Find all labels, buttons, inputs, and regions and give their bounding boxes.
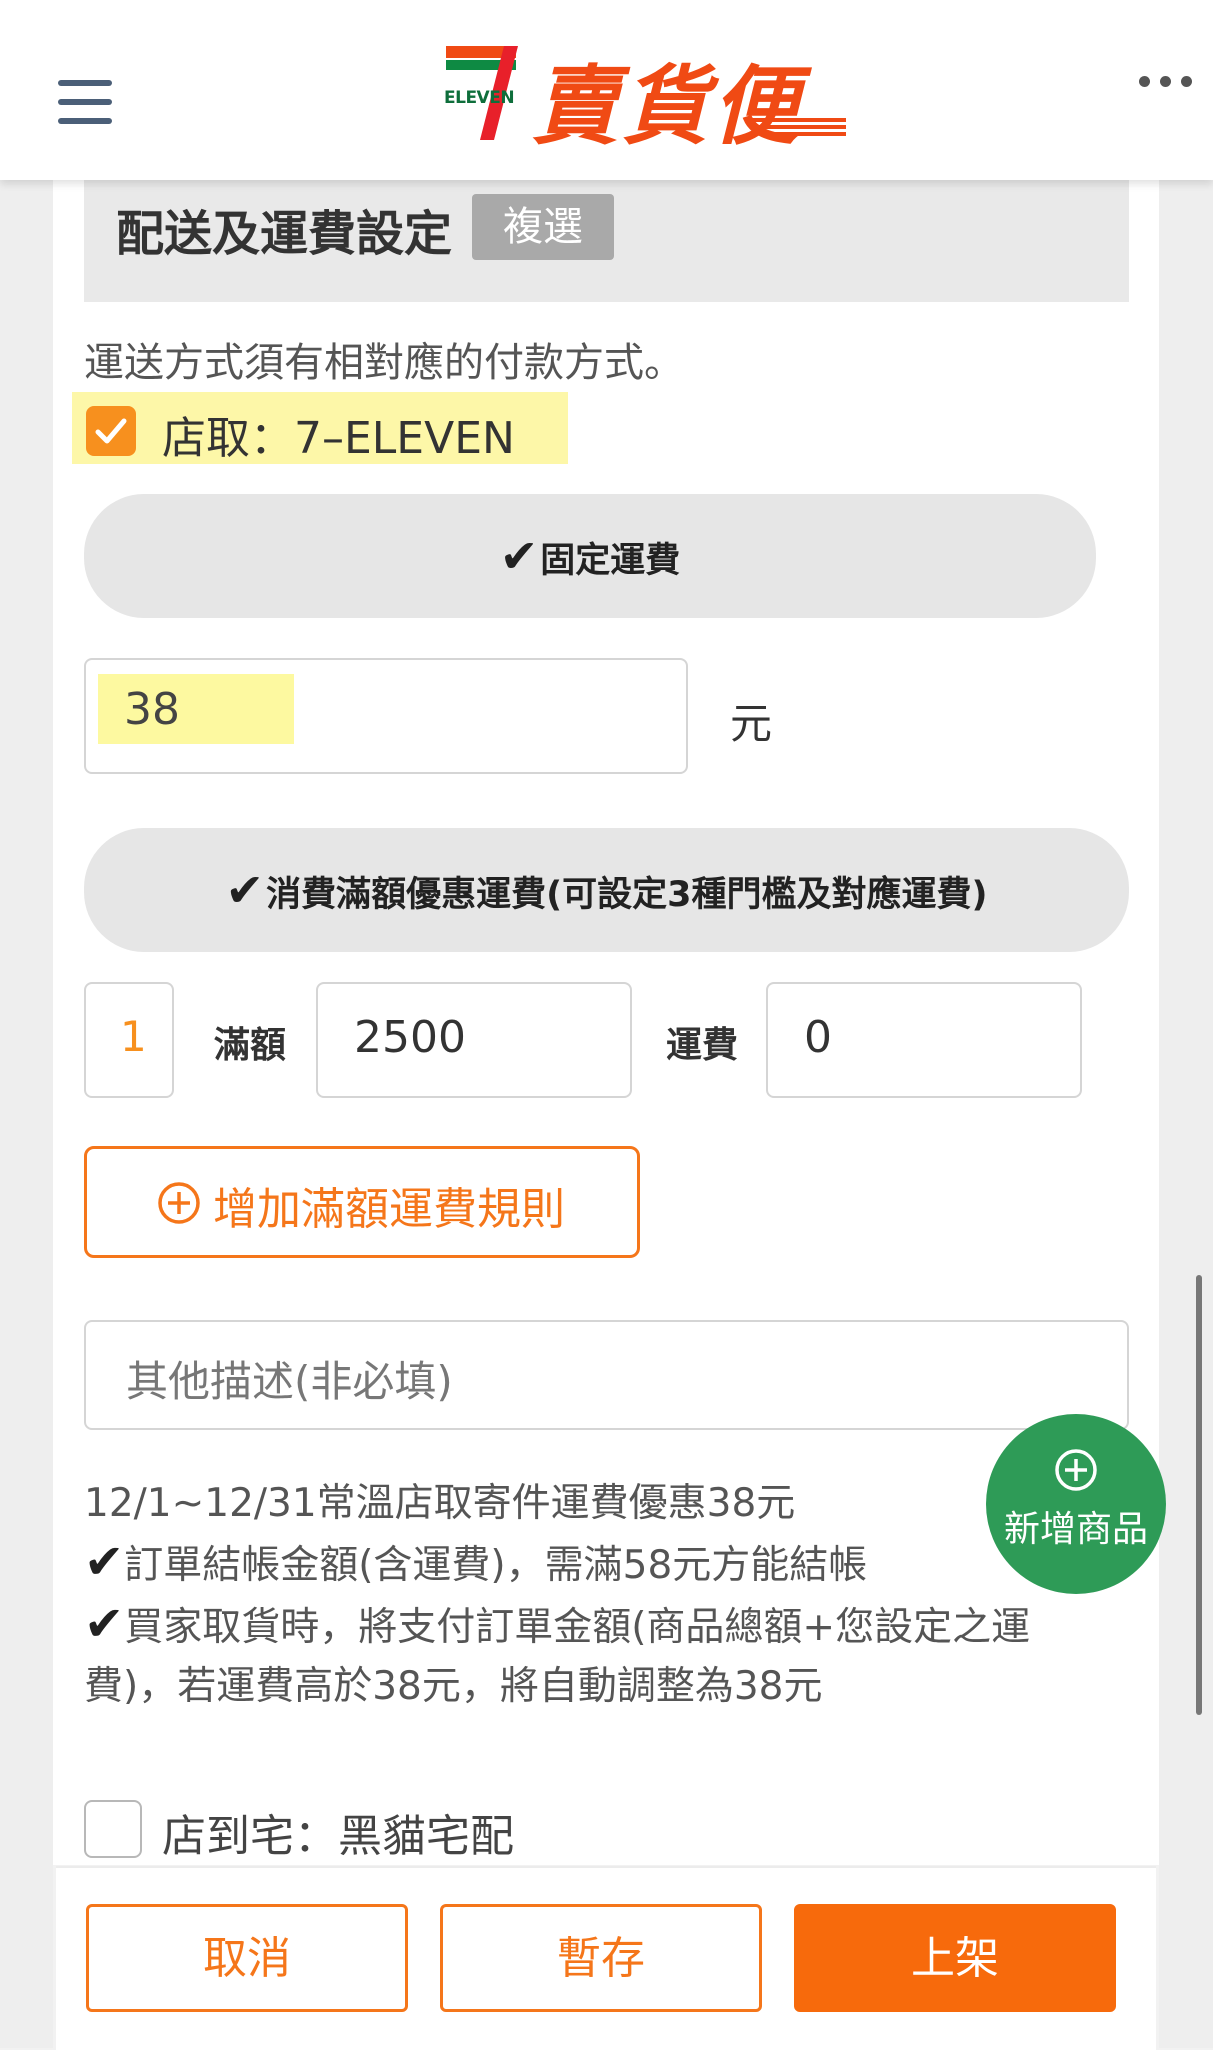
scrollbar[interactable]: [1196, 1275, 1202, 1715]
description-placeholder: 其他描述(非必填): [126, 1357, 453, 1406]
fixed-fee-input[interactable]: 38: [84, 658, 688, 774]
plus-circle-icon: [1055, 1449, 1097, 1491]
add-rule-label: 增加滿額運費規則: [213, 1184, 565, 1235]
home-delivery-label: 店到宅：黑貓宅配: [162, 1811, 514, 1862]
check-icon: ✔: [84, 1534, 125, 1590]
check-icon: ✔: [84, 1596, 125, 1652]
right-gutter: [1159, 180, 1213, 2048]
store-pickup-option[interactable]: 店取：7–ELEVEN: [72, 392, 568, 464]
store-pickup-checkbox[interactable]: [86, 406, 136, 456]
payment-hint: 運送方式須有相對應的付款方式。: [84, 340, 684, 386]
check-icon: ✔: [225, 863, 265, 917]
checkmark-icon: [95, 418, 127, 444]
shipping-notes: 12/1~12/31常溫店取寄件運費優惠38元 ✔訂單結帳金額(含運費)，需滿5…: [84, 1474, 1144, 1716]
note-line: ✔訂單結帳金額(含運費)，需滿58元方能結帳: [84, 1534, 868, 1590]
section-title: 配送及運費設定: [116, 206, 453, 262]
logo-eleven-text: ELEVEN: [444, 88, 515, 108]
threshold-fee-option[interactable]: ✔消費滿額優惠運費(可設定3種門檻及對應運費): [84, 828, 1129, 952]
multi-select-badge: 複選: [472, 194, 614, 260]
fixed-fee-value: 38: [124, 684, 180, 735]
check-icon: ✔: [499, 529, 539, 583]
add-product-fab[interactable]: 新增商品: [986, 1414, 1166, 1594]
shipping-section-header: 配送及運費設定 複選: [84, 180, 1129, 302]
rule-index: 1: [120, 1012, 147, 1061]
action-bar: 取消 暫存 上架: [56, 1866, 1156, 2050]
threshold-amount-label: 滿額: [214, 1025, 287, 1066]
more-options-icon[interactable]: [1139, 72, 1193, 90]
rule-index-field: 1: [84, 982, 174, 1098]
add-threshold-rule-button[interactable]: 增加滿額運費規則: [84, 1146, 640, 1258]
note-line: 費)，若運費高於38元，將自動調整為38元: [84, 1664, 823, 1709]
store-pickup-label: 店取：7–ELEVEN: [162, 413, 515, 464]
logo-title: 賣貨便: [532, 56, 802, 157]
note-line: 12/1~12/31常溫店取寄件運費優惠38元: [84, 1481, 796, 1526]
fab-label: 新增商品: [1003, 1509, 1148, 1550]
fixed-fee-label: 固定運費: [540, 541, 681, 581]
threshold-amount-value: 2500: [354, 1012, 466, 1063]
left-gutter: [0, 180, 53, 2048]
save-draft-button[interactable]: 暫存: [440, 1904, 762, 2012]
threshold-amount-input[interactable]: 2500: [316, 982, 632, 1098]
publish-button[interactable]: 上架: [794, 1904, 1116, 2012]
brand-logo: ELEVEN 賣貨便: [444, 44, 856, 157]
threshold-fee-value: 0: [804, 1012, 832, 1063]
plus-circle-icon: [158, 1182, 200, 1224]
note-line: ✔買家取貨時，將支付訂單金額(商品總額+您設定之運: [84, 1596, 1031, 1652]
home-delivery-checkbox[interactable]: [84, 1800, 142, 1858]
menu-icon[interactable]: [58, 80, 112, 124]
cancel-button[interactable]: 取消: [86, 1904, 408, 2012]
threshold-fee-label: 消費滿額優惠運費(可設定3種門檻及對應運費): [266, 875, 988, 915]
app-header: ELEVEN 賣貨便: [0, 0, 1213, 180]
currency-unit: 元: [730, 699, 773, 748]
fixed-fee-option[interactable]: ✔固定運費: [84, 494, 1096, 618]
other-description-input[interactable]: 其他描述(非必填): [84, 1320, 1129, 1430]
threshold-fee-label: 運費: [666, 1025, 739, 1066]
logo-swoosh-icon: [746, 118, 846, 136]
threshold-fee-input[interactable]: 0: [766, 982, 1082, 1098]
